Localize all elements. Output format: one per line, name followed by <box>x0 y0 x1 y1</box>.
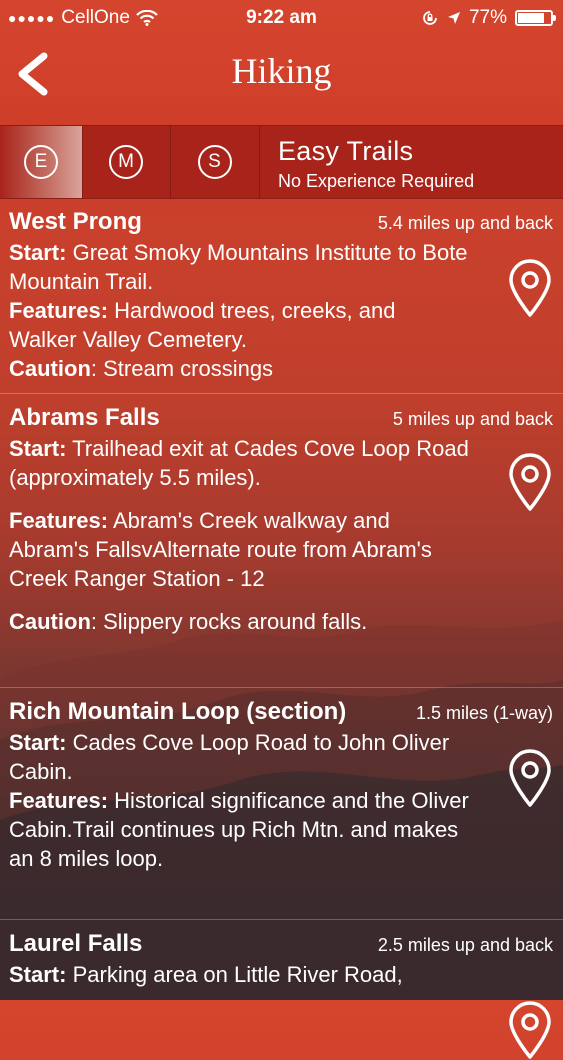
trail-header: Abrams Falls 5 miles up and back <box>9 404 553 432</box>
status-bar: ●●●●● CellOne 9:22 am 77% <box>0 0 563 36</box>
category-subtitle: No Experience Required <box>278 171 475 191</box>
trail-item[interactable]: Rich Mountain Loop (section) 1.5 miles (… <box>0 688 563 920</box>
trail-details: Start: Great Smoky Mountains Institute t… <box>9 238 469 383</box>
features-label: Features: <box>9 788 109 813</box>
trail-name: West Prong <box>9 208 142 235</box>
trail-caution: : Stream crossings <box>90 356 274 381</box>
category-info: Easy Trails No Experience Required <box>278 136 474 192</box>
status-right: 77% <box>421 7 556 29</box>
trail-name: Rich Mountain Loop (section) <box>9 698 347 725</box>
tab-moderate[interactable]: M <box>82 126 171 198</box>
trail-details: Start: Cades Cove Loop Road to John Oliv… <box>9 728 469 873</box>
trail-header: Laurel Falls 2.5 miles up and back <box>9 930 553 958</box>
battery-percent: 77% <box>468 7 507 28</box>
trail-details: Start: Parking area on Little River Road… <box>9 960 469 989</box>
caution-label: Caution <box>9 356 91 381</box>
moderate-icon: M <box>109 145 143 179</box>
features-label: Features: <box>9 298 109 323</box>
trail-caution: : Slippery rocks around falls. <box>90 609 368 634</box>
start-label: Start: <box>9 962 67 987</box>
features-label: Features: <box>9 508 109 533</box>
navigation-bar: Hiking <box>0 36 563 124</box>
trail-distance: 2.5 miles up and back <box>377 935 553 955</box>
easy-icon: E <box>24 145 58 179</box>
map-pin-icon[interactable] <box>507 452 553 512</box>
page-title: Hiking <box>231 51 332 91</box>
location-arrow-icon <box>447 12 460 24</box>
map-pin-icon[interactable] <box>507 258 553 318</box>
trail-start: Trailhead exit at Cades Cove Loop Road (… <box>9 436 469 490</box>
battery-fill <box>518 13 545 23</box>
tab-strenuous[interactable]: S <box>170 126 260 198</box>
start-label: Start: <box>9 436 67 461</box>
trail-start: Cades Cove Loop Road to John Oliver Cabi… <box>9 730 450 784</box>
trail-distance: 5.4 miles up and back <box>377 213 553 233</box>
trail-distance: 5 miles up and back <box>392 409 553 429</box>
start-label: Start: <box>9 240 67 265</box>
trail-list: West Prong 5.4 miles up and back Start: … <box>0 198 563 1059</box>
trail-name: Abrams Falls <box>9 404 160 431</box>
trail-start: Great Smoky Mountains Institute to Bote … <box>9 240 468 294</box>
trail-item[interactable]: Abrams Falls 5 miles up and back Start: … <box>0 394 563 688</box>
difficulty-segmented-control: E M S Easy Trails No Experience Required <box>0 125 563 199</box>
map-pin-icon[interactable] <box>507 1000 553 1060</box>
start-label: Start: <box>9 730 67 755</box>
battery-icon <box>515 10 556 26</box>
caution-label: Caution <box>9 609 91 634</box>
strenuous-icon: S <box>197 145 232 179</box>
trail-name: Laurel Falls <box>9 930 143 957</box>
trail-header: Rich Mountain Loop (section) 1.5 miles (… <box>9 698 553 726</box>
rotation-lock-icon <box>423 11 437 25</box>
trail-start: Parking area on Little River Road, <box>72 962 403 987</box>
trail-item[interactable]: Laurel Falls 2.5 miles up and back Start… <box>0 920 563 1059</box>
trail-item[interactable]: West Prong 5.4 miles up and back Start: … <box>0 198 563 394</box>
tab-easy[interactable]: E <box>0 126 83 198</box>
map-pin-icon[interactable] <box>507 748 553 808</box>
trail-header: West Prong 5.4 miles up and back <box>9 208 553 236</box>
category-title: Easy Trails <box>278 136 414 166</box>
trail-details: Start: Trailhead exit at Cades Cove Loop… <box>9 434 469 636</box>
trail-distance: 1.5 miles (1-way) <box>415 703 553 723</box>
